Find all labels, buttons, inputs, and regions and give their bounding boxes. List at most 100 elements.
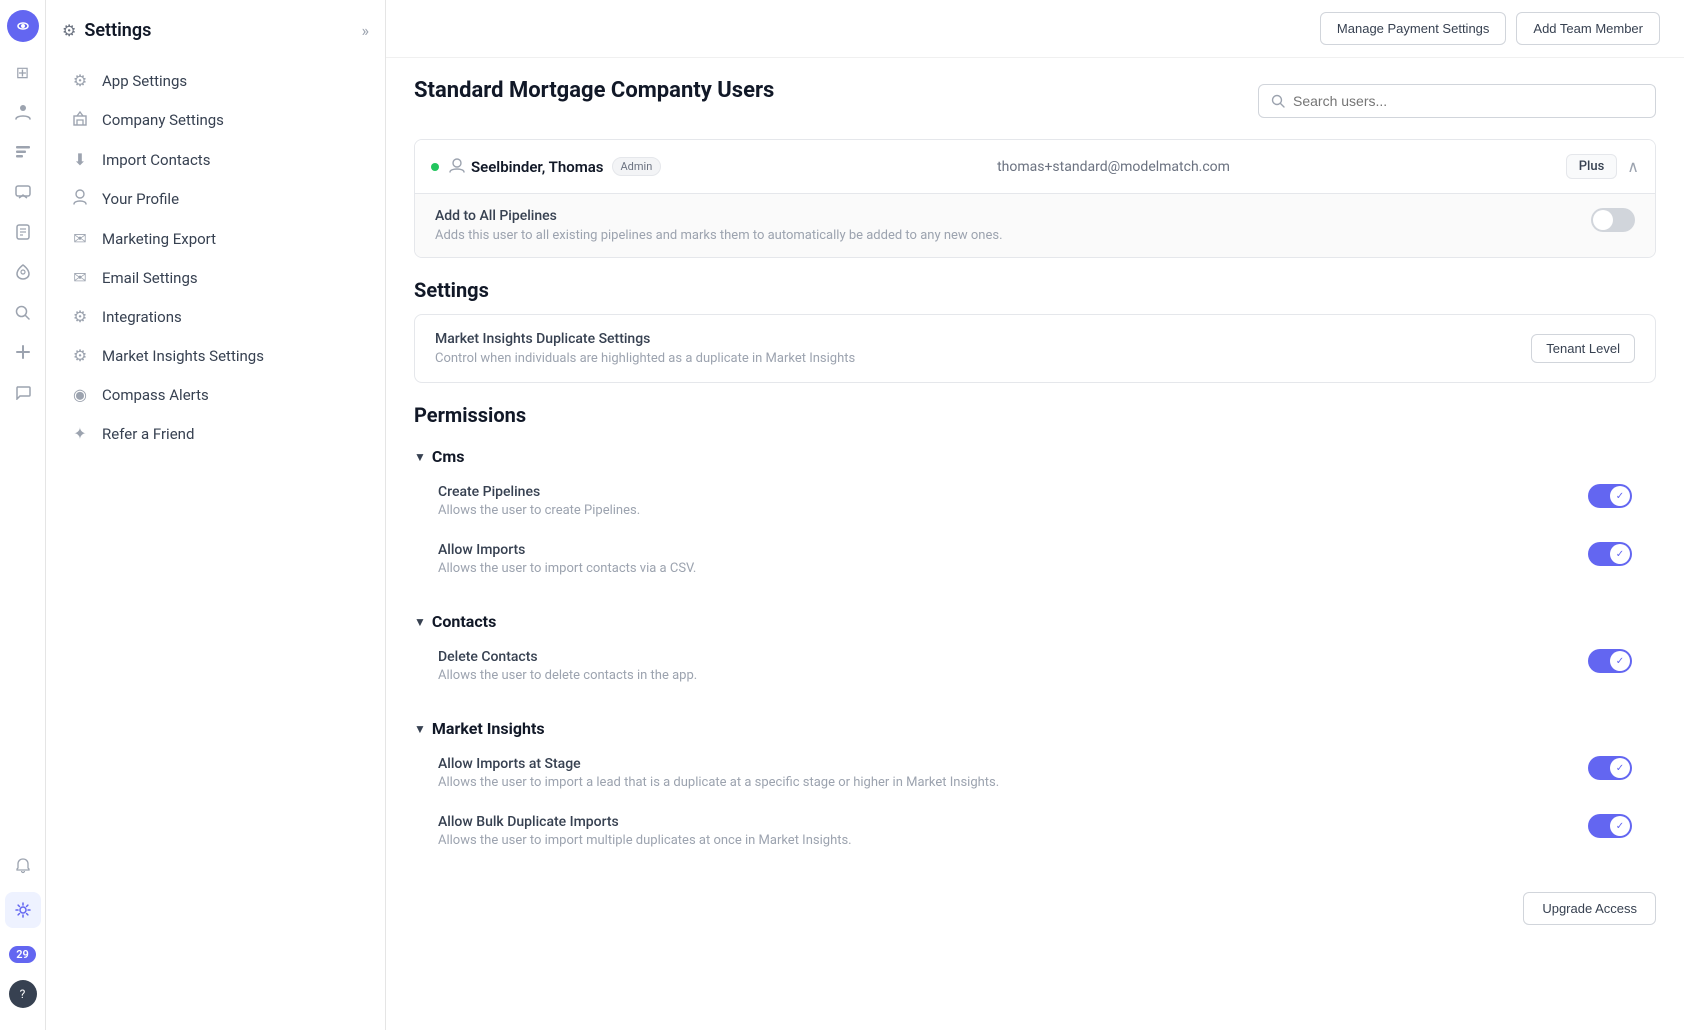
sidebar-item-marketing-export[interactable]: ✉ Marketing Export <box>46 219 385 258</box>
bulk-duplicate-imports-toggle[interactable]: ✓ <box>1588 814 1632 838</box>
permissions-section: Permissions ▼ Cms Create Pipelines Allow… <box>414 403 1656 933</box>
sidebar-item-compass-alerts[interactable]: ◉ Compass Alerts <box>46 375 385 414</box>
perm-group-market-insights: ▼ Market Insights Allow Imports at Stage… <box>414 711 1656 860</box>
allow-imports-desc: Allows the user to import contacts via a… <box>438 561 696 576</box>
settings-gear-icon[interactable] <box>5 892 41 928</box>
add-team-member-button[interactable]: Add Team Member <box>1516 12 1660 45</box>
perm-item-allow-imports-stage: Allow Imports at Stage Allows the user t… <box>414 744 1656 802</box>
tenant-level-button[interactable]: Tenant Level <box>1531 334 1635 363</box>
market-insights-collapse-icon: ▼ <box>414 722 426 736</box>
bulk-duplicate-imports-toggle-track: ✓ <box>1588 814 1632 838</box>
add-icon[interactable] <box>5 334 41 370</box>
market-insights-icon: ⚙ <box>70 346 90 365</box>
sidebar-item-your-profile[interactable]: Your Profile <box>46 179 385 219</box>
search-box <box>1258 84 1656 118</box>
allow-imports-toggle-thumb: ✓ <box>1610 544 1630 564</box>
messages-icon[interactable] <box>5 174 41 210</box>
content-area: Standard Mortgage Companty Users Seelbin… <box>386 58 1684 953</box>
user-avatar-icon <box>449 157 465 177</box>
manage-payment-button[interactable]: Manage Payment Settings <box>1320 12 1506 45</box>
delete-contacts-toggle-track: ✓ <box>1588 649 1632 673</box>
top-bar: Manage Payment Settings Add Team Member <box>386 0 1684 58</box>
marketing-export-icon: ✉ <box>70 229 90 248</box>
cms-group-title: Cms <box>432 447 465 466</box>
user-email: thomas+standard@modelmatch.com <box>661 159 1565 175</box>
allow-imports-stage-toggle[interactable]: ✓ <box>1588 756 1632 780</box>
create-pipelines-toggle-track: ✓ <box>1588 484 1632 508</box>
permissions-section-title: Permissions <box>414 403 1656 427</box>
pipeline-title: Add to All Pipelines <box>435 208 1003 224</box>
contacts-icon[interactable] <box>5 94 41 130</box>
help-icon[interactable]: ? <box>9 980 37 1008</box>
pipeline-row: Add to All Pipelines Adds this user to a… <box>415 193 1655 257</box>
cms-collapse-icon: ▼ <box>414 450 426 464</box>
badge-number[interactable]: 29 <box>5 936 41 972</box>
sidebar-header: ⚙ Settings » <box>46 12 385 57</box>
create-pipelines-toggle[interactable]: ✓ <box>1588 484 1632 508</box>
refer-friend-icon: ✦ <box>70 424 90 443</box>
allow-imports-stage-desc: Allows the user to import a lead that is… <box>438 775 999 790</box>
sidebar-item-market-insights-settings[interactable]: ⚙ Market Insights Settings <box>46 336 385 375</box>
icon-bar: ⊞ 29 ? <box>0 0 46 1030</box>
bell-icon[interactable] <box>5 848 41 884</box>
email-settings-icon: ✉ <box>70 268 90 287</box>
activity-icon[interactable] <box>5 214 41 250</box>
sidebar-collapse-icon[interactable]: » <box>362 21 370 40</box>
pipeline-description: Adds this user to all existing pipelines… <box>435 228 1003 243</box>
sidebar-item-import-contacts[interactable]: ⬇ Import Contacts <box>46 140 385 179</box>
bulk-duplicate-imports-desc: Allows the user to import multiple dupli… <box>438 833 852 848</box>
allow-imports-stage-title: Allow Imports at Stage <box>438 756 999 772</box>
compass-alerts-icon: ◉ <box>70 385 90 404</box>
company-settings-icon <box>70 110 90 130</box>
delete-contacts-toggle-thumb: ✓ <box>1610 651 1630 671</box>
perm-item-allow-imports: Allow Imports Allows the user to import … <box>414 530 1656 588</box>
import-contacts-icon: ⬇ <box>70 150 90 169</box>
sidebar-item-refer-friend[interactable]: ✦ Refer a Friend <box>46 414 385 453</box>
sidebar-item-app-settings[interactable]: ⚙ App Settings <box>46 61 385 100</box>
pipeline-info: Add to All Pipelines Adds this user to a… <box>435 208 1003 243</box>
integrations-icon: ⚙ <box>70 307 90 326</box>
delete-contacts-toggle[interactable]: ✓ <box>1588 649 1632 673</box>
user-plan-badge: Plus <box>1566 154 1618 179</box>
upgrade-access-button[interactable]: Upgrade Access <box>1523 892 1656 925</box>
user-role-badge: Admin <box>612 157 662 176</box>
sidebar-nav: ⚙ App Settings Company Settings ⬇ Import… <box>46 57 385 457</box>
settings-section: Settings Market Insights Duplicate Setti… <box>414 278 1656 383</box>
perm-group-contacts-header[interactable]: ▼ Contacts <box>414 604 1656 637</box>
your-profile-icon <box>70 189 90 209</box>
search-input-icon <box>1271 94 1285 108</box>
search-input[interactable] <box>1293 93 1643 109</box>
chat-icon[interactable] <box>5 374 41 410</box>
perm-group-market-insights-header[interactable]: ▼ Market Insights <box>414 711 1656 744</box>
sidebar-item-integrations[interactable]: ⚙ Integrations <box>46 297 385 336</box>
rocket-icon[interactable] <box>5 254 41 290</box>
bulk-duplicate-imports-toggle-thumb: ✓ <box>1610 816 1630 836</box>
allow-imports-toggle[interactable]: ✓ <box>1588 542 1632 566</box>
allow-imports-toggle-track: ✓ <box>1588 542 1632 566</box>
dashboard-icon[interactable]: ⊞ <box>5 54 41 90</box>
create-pipelines-toggle-thumb: ✓ <box>1610 486 1630 506</box>
sidebar-item-company-settings[interactable]: Company Settings <box>46 100 385 140</box>
perm-item-bulk-duplicate-imports: Allow Bulk Duplicate Imports Allows the … <box>414 802 1656 860</box>
pipeline-icon[interactable] <box>5 134 41 170</box>
perm-group-cms-header[interactable]: ▼ Cms <box>414 439 1656 472</box>
upgrade-row: Upgrade Access <box>414 876 1656 933</box>
perm-group-cms: ▼ Cms Create Pipelines Allows the user t… <box>414 439 1656 588</box>
user-status-dot <box>431 163 439 171</box>
perm-group-contacts: ▼ Contacts Delete Contacts Allows the us… <box>414 604 1656 695</box>
allow-imports-stage-toggle-thumb: ✓ <box>1610 758 1630 778</box>
app-logo[interactable] <box>7 10 39 42</box>
settings-header-icon: ⚙ <box>62 21 76 40</box>
user-name: Seelbinder, Thomas <box>471 158 604 176</box>
sidebar-item-email-settings[interactable]: ✉ Email Settings <box>46 258 385 297</box>
settings-card-title: Market Insights Duplicate Settings <box>435 331 855 347</box>
search-icon[interactable] <box>5 294 41 330</box>
main-content: Manage Payment Settings Add Team Member … <box>386 0 1684 1030</box>
settings-card-description: Control when individuals are highlighted… <box>435 351 855 366</box>
user-row-expand-icon[interactable]: ∧ <box>1627 157 1639 176</box>
allow-imports-title: Allow Imports <box>438 542 696 558</box>
sidebar-title: Settings <box>84 20 151 41</box>
market-insights-group-title: Market Insights <box>432 719 545 738</box>
pipeline-toggle[interactable] <box>1591 208 1635 232</box>
delete-contacts-desc: Allows the user to delete contacts in th… <box>438 668 697 683</box>
